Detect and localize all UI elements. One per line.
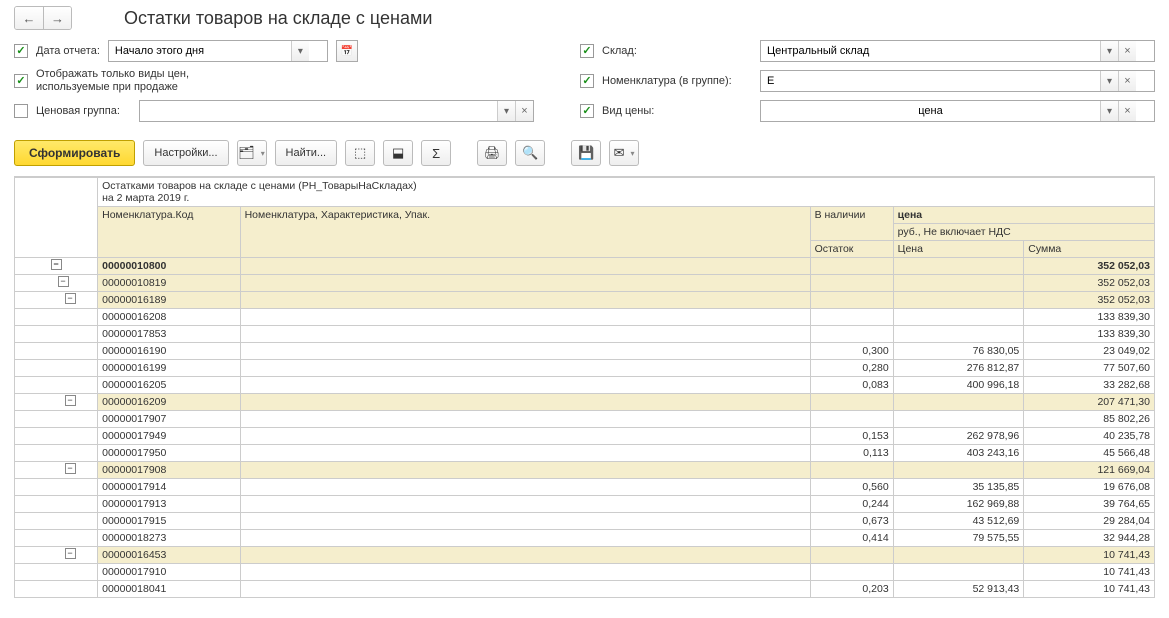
table-row[interactable]: 0000001791010 741,43 [15,564,1155,581]
dropdown-icon[interactable]: ▾ [1100,41,1118,61]
col-stock-head: В наличии [810,207,893,241]
collapse-button[interactable]: ⬓ [383,140,413,166]
expand-button[interactable]: ⬚ [345,140,375,166]
table-row[interactable]: 000000182730,41479 575,5532 944,28 [15,530,1155,547]
price-group-checkbox[interactable] [14,104,28,118]
col-stock-sub: Остаток [810,241,893,258]
clear-icon[interactable]: × [1118,71,1136,91]
price-type-checkbox[interactable] [580,104,594,118]
table-row[interactable]: 000000161900,30076 830,0523 049,02 [15,343,1155,360]
clear-icon[interactable]: × [1118,101,1136,121]
email-button[interactable]: ✉▾ [609,140,639,166]
table-row[interactable]: 000000179140,56035 135,8519 676,08 [15,479,1155,496]
clear-icon[interactable]: × [515,101,533,121]
report-date-label: Дата отчета: [36,45,100,57]
table-row[interactable]: −00000010819352 052,03 [15,275,1155,292]
col-name: Номенклатура, Характеристика, Упак. [240,207,810,258]
tree-toggle[interactable]: − [65,293,76,304]
print-button[interactable]: 🖨 [477,140,507,166]
price-group-input[interactable] [140,101,497,121]
tree-toggle[interactable]: − [51,259,62,270]
calendar-icon[interactable]: 📅 [337,41,357,61]
table-row[interactable]: 000000179130,244162 969,8839 764,65 [15,496,1155,513]
price-group-label: Ценовая группа: [36,105,131,117]
table-row[interactable]: 000000180410,20352 913,4310 741,43 [15,581,1155,598]
table-row[interactable]: 000000162050,083400 996,1833 282,68 [15,377,1155,394]
table-row[interactable]: 0000001790785 802,26 [15,411,1155,428]
table-row[interactable]: −00000016189352 052,03 [15,292,1155,309]
page-title: Остатки товаров на складе с ценами [124,8,432,29]
report-date-input[interactable] [109,41,291,61]
preview-button[interactable]: 🔍 [515,140,545,166]
table-row[interactable]: −00000016209207 471,30 [15,394,1155,411]
table-row[interactable]: −00000017908121 669,04 [15,462,1155,479]
nomenclature-label: Номенклатура (в группе): [602,75,752,87]
col-sum: Сумма [1024,241,1155,258]
nav-back-button[interactable]: ← [15,7,43,29]
col-price: Цена [893,241,1024,258]
table-row[interactable]: 000000179500,113403 243,1645 566,48 [15,445,1155,462]
report-date: на 2 марта 2019 г. [102,192,1150,204]
report-table: Остатками товаров на складе с ценами (РН… [14,177,1155,598]
col-price-head: цена [893,207,1154,224]
settings-button[interactable]: Настройки... [143,140,228,166]
save-button[interactable]: 💾 [571,140,601,166]
table-row[interactable]: 00000017853133 839,30 [15,326,1155,343]
warehouse-input[interactable] [761,41,1100,61]
sum-button[interactable]: Σ [421,140,451,166]
dropdown-icon[interactable]: ▾ [1100,71,1118,91]
nomenclature-checkbox[interactable] [580,74,594,88]
tree-toggle[interactable]: − [65,395,76,406]
table-row[interactable]: 000000179150,67343 512,6929 284,04 [15,513,1155,530]
only-sale-prices-label: Отображать только виды цен, используемые… [36,68,236,94]
generate-button[interactable]: Сформировать [14,140,135,166]
table-row[interactable]: 000000161990,280276 812,8777 507,60 [15,360,1155,377]
nav-forward-button[interactable]: → [43,7,71,29]
dropdown-icon[interactable]: ▾ [1100,101,1118,121]
report-date-checkbox[interactable] [14,44,28,58]
tree-toggle[interactable]: − [65,548,76,559]
warehouse-label: Склад: [602,45,752,57]
table-row[interactable]: 000000179490,153262 978,9640 235,78 [15,428,1155,445]
col-code: Номенклатура.Код [98,207,240,258]
tree-toggle[interactable]: − [65,463,76,474]
warehouse-checkbox[interactable] [580,44,594,58]
variants-button[interactable]: 🗂▾ [237,140,267,166]
price-type-input[interactable] [761,101,1100,121]
table-row[interactable]: 00000016208133 839,30 [15,309,1155,326]
clear-icon[interactable]: × [1118,41,1136,61]
table-row[interactable]: −00000010800352 052,03 [15,258,1155,275]
table-row[interactable]: −0000001645310 741,43 [15,547,1155,564]
dropdown-icon[interactable]: ▾ [291,41,309,61]
find-button[interactable]: Найти... [275,140,338,166]
col-price-sub: руб., Не включает НДС [893,224,1154,241]
tree-toggle[interactable]: − [58,276,69,287]
report-title: Остатками товаров на складе с ценами (РН… [102,180,1150,192]
only-sale-prices-checkbox[interactable] [14,74,28,88]
price-type-label: Вид цены: [602,105,752,117]
dropdown-icon[interactable]: ▾ [497,101,515,121]
nomenclature-input[interactable] [761,71,1100,91]
